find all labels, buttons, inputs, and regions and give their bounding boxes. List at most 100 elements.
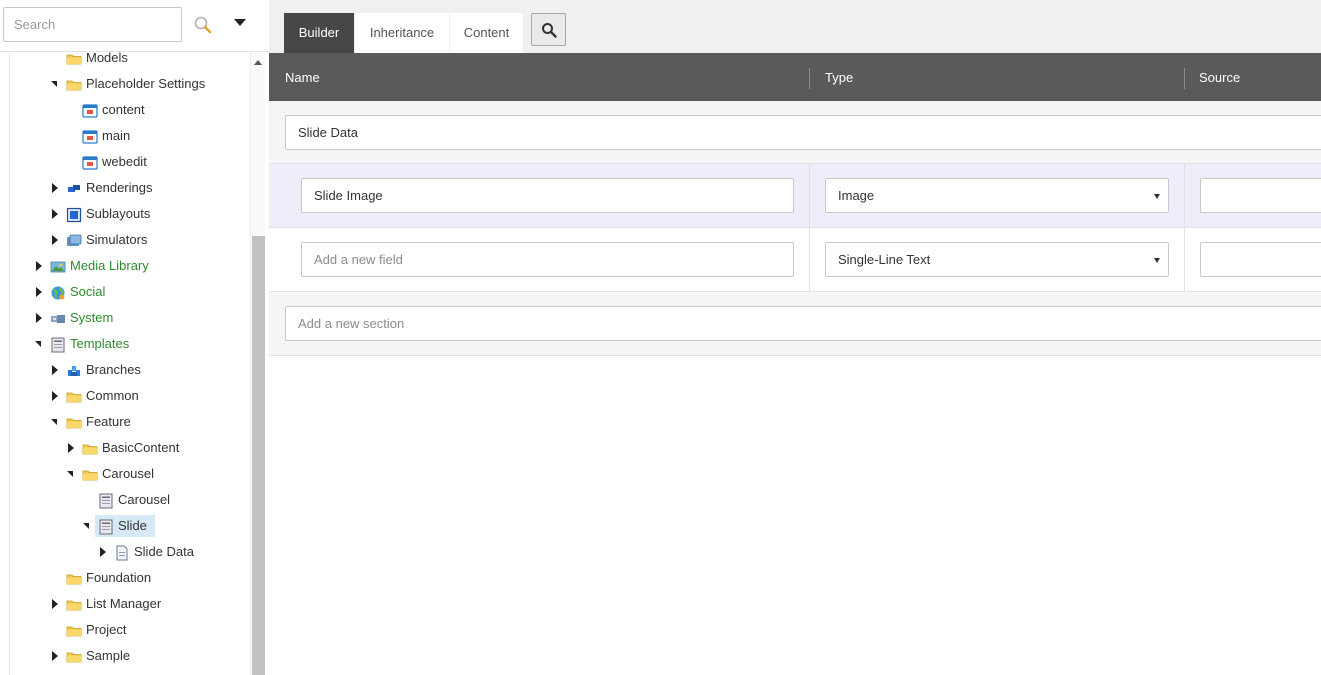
tree-node-feature[interactable]: Feature <box>10 409 250 435</box>
tab-search-button[interactable] <box>531 13 566 46</box>
tree-node-label: Slide Data <box>134 544 194 559</box>
tree-node-label: content <box>102 102 145 117</box>
folder-icon <box>66 570 82 586</box>
tree-node-list-manager[interactable]: List Manager <box>10 591 250 617</box>
tree-node-basiccontent[interactable]: BasicContent <box>10 435 250 461</box>
field-row[interactable]: Slide Image Image <box>269 164 1321 228</box>
new-field-type-select[interactable]: Single-Line Text <box>825 242 1169 277</box>
expand-arrow-icon[interactable] <box>66 435 76 461</box>
expand-arrow-icon[interactable] <box>50 383 60 409</box>
field-name-input[interactable]: Slide Image <box>301 178 794 213</box>
expand-arrow-icon[interactable] <box>50 669 60 675</box>
section-name-input[interactable]: Slide Data <box>285 115 1321 150</box>
select-arrow-icon <box>1154 258 1160 263</box>
tree-node-system[interactable]: System <box>10 669 250 675</box>
section-row: Slide Data <box>269 101 1321 164</box>
new-field-source-input[interactable] <box>1200 242 1321 277</box>
tree-node-carousel[interactable]: Carousel <box>10 487 250 513</box>
tree-scrollbar-thumb[interactable] <box>252 236 265 675</box>
expand-arrow-icon[interactable] <box>50 643 60 669</box>
tree-node-foundation[interactable]: Foundation <box>10 565 250 591</box>
tree-node-sublayouts[interactable]: Sublayouts <box>10 201 250 227</box>
tree-node-label: Carousel <box>118 492 171 507</box>
tab-inheritance[interactable]: Inheritance <box>355 13 449 53</box>
tree-node-renderings[interactable]: Renderings <box>10 175 250 201</box>
tree-node-label: webedit <box>102 154 147 169</box>
system-icon <box>50 310 66 326</box>
tree-node-label: Simulators <box>86 232 148 247</box>
renderings-icon <box>66 180 82 196</box>
tree-search-bar <box>0 0 269 52</box>
tree-node-placeholder-settings[interactable]: Placeholder Settings <box>10 71 250 97</box>
collapse-arrow-icon[interactable] <box>66 461 76 487</box>
tree-node-label: Foundation <box>86 570 152 585</box>
folder-icon <box>66 622 82 638</box>
tree-node-label: Sample <box>86 648 131 663</box>
tree-node-media-library[interactable]: Media Library <box>10 253 250 279</box>
folder-icon <box>66 388 82 404</box>
tab-content[interactable]: Content <box>450 13 523 53</box>
builder-column-header: Name Type Source <box>269 53 1321 101</box>
expand-arrow-icon[interactable] <box>50 227 60 253</box>
media-library-icon <box>50 258 66 274</box>
collapse-arrow-icon[interactable] <box>50 409 60 435</box>
tree-node-common[interactable]: Common <box>10 383 250 409</box>
tree-node-webedit[interactable]: webedit <box>10 149 250 175</box>
select-arrow-icon <box>1154 194 1160 199</box>
tree-node-sample[interactable]: Sample <box>10 643 250 669</box>
tree-node-carousel[interactable]: Carousel <box>10 461 250 487</box>
folder-icon <box>66 596 82 612</box>
column-divider[interactable] <box>1184 68 1185 89</box>
tree-node-label: Media Library <box>70 258 149 273</box>
tree-node-branches[interactable]: Branches <box>10 357 250 383</box>
tree-node-project[interactable]: Project <box>10 617 250 643</box>
tree-node-content[interactable]: content <box>10 97 250 123</box>
scroll-up-arrow-icon[interactable] <box>254 60 262 65</box>
tree-node-social[interactable]: Social <box>10 279 250 305</box>
tree-node-main[interactable]: main <box>10 123 250 149</box>
field-type-value: Image <box>838 188 875 203</box>
simulator-icon <box>66 232 82 248</box>
placeholder-icon <box>82 154 98 170</box>
expand-arrow-icon[interactable] <box>50 175 60 201</box>
template-icon <box>98 518 114 535</box>
tree-node-label: Renderings <box>86 180 153 195</box>
tree-scrollbar[interactable] <box>250 52 265 675</box>
expand-arrow-icon[interactable] <box>34 279 44 305</box>
row-divider <box>809 164 810 228</box>
expand-arrow-icon[interactable] <box>34 253 44 279</box>
tree-node-slide[interactable]: Slide <box>10 513 250 539</box>
search-icon[interactable] <box>193 15 213 35</box>
folder-icon <box>82 440 98 456</box>
search-options-dropdown-icon[interactable] <box>234 19 246 26</box>
tree-node-templates[interactable]: Templates <box>10 331 250 357</box>
field-type-select[interactable]: Image <box>825 178 1169 213</box>
tab-builder[interactable]: Builder <box>284 13 354 53</box>
column-name-header: Name <box>285 70 320 85</box>
new-field-name-input[interactable]: Add a new field <box>301 242 794 277</box>
content-tree-panel: Models Placeholder Settings content main web… <box>0 0 269 675</box>
tree-node-label: List Manager <box>86 596 162 611</box>
tree-node-system[interactable]: System <box>10 305 250 331</box>
search-input[interactable] <box>3 7 182 42</box>
collapse-arrow-icon[interactable] <box>50 71 60 97</box>
expand-arrow-icon[interactable] <box>50 357 60 383</box>
collapse-arrow-icon[interactable] <box>34 331 44 357</box>
magnifier-icon <box>542 23 557 38</box>
collapse-arrow-icon[interactable] <box>82 513 92 539</box>
tree-node-label: BasicContent <box>102 440 180 455</box>
expand-arrow-icon[interactable] <box>50 201 60 227</box>
new-section-input[interactable]: Add a new section <box>285 306 1321 341</box>
field-source-input[interactable] <box>1200 178 1321 213</box>
expand-arrow-icon[interactable] <box>34 305 44 331</box>
expand-arrow-icon[interactable] <box>98 539 108 565</box>
tree-node-simulators[interactable]: Simulators <box>10 227 250 253</box>
social-globe-icon <box>50 284 66 300</box>
tree-node-models[interactable]: Models <box>10 52 250 71</box>
row-divider <box>809 228 810 292</box>
expand-arrow-icon[interactable] <box>50 591 60 617</box>
tree-node-label: Placeholder Settings <box>86 76 206 91</box>
column-divider[interactable] <box>809 68 810 89</box>
tree-node-slide-data[interactable]: Slide Data <box>10 539 250 565</box>
column-type-header: Type <box>825 70 854 85</box>
